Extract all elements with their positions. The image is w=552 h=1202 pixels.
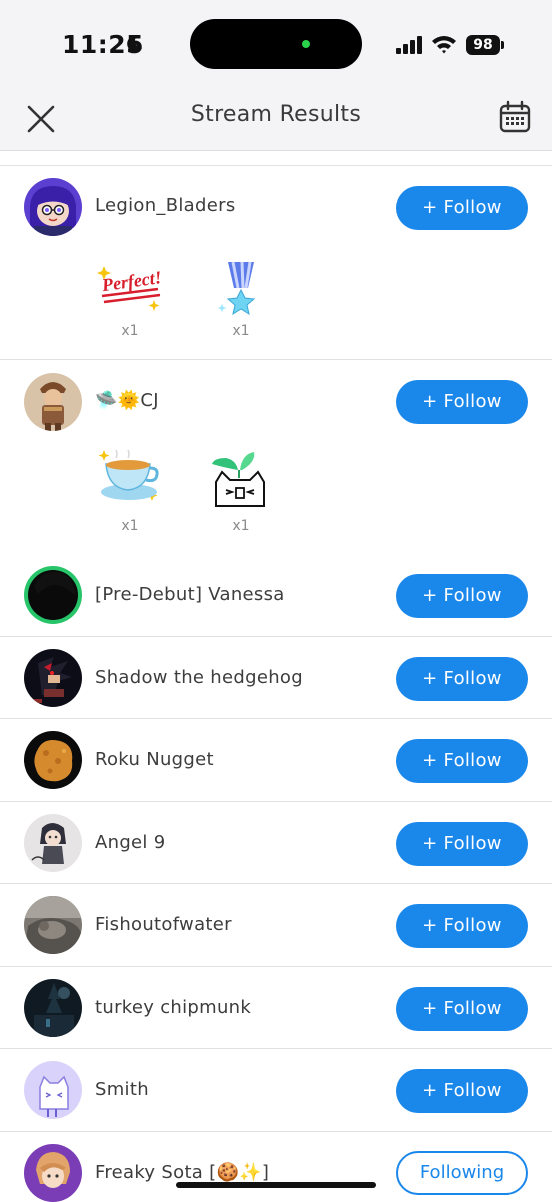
- follow-button[interactable]: + Follow: [396, 186, 528, 230]
- wifi-icon: [432, 36, 456, 54]
- avatar[interactable]: [24, 566, 82, 624]
- avatar[interactable]: [24, 979, 82, 1037]
- username: Smith: [95, 1079, 149, 1100]
- list-item[interactable]: Shadow the hedgehog + Follow: [0, 637, 552, 719]
- list-item[interactable]: [Pre-Debut] Vanessa + Follow: [0, 553, 552, 637]
- username: Fishoutofwater: [95, 914, 232, 935]
- username: Angel 9: [95, 832, 166, 853]
- list-item[interactable]: Angel 9 + Follow: [0, 802, 552, 884]
- username: 🛸🌞CJ: [95, 390, 159, 411]
- username: Shadow the hedgehog: [95, 667, 303, 688]
- gift-count: x1: [232, 323, 250, 339]
- follow-button[interactable]: + Follow: [396, 380, 528, 424]
- gift-count: x1: [121, 518, 139, 534]
- avatar[interactable]: [24, 1144, 82, 1202]
- list-item[interactable]: turkey chipmunk + Follow: [0, 967, 552, 1049]
- list-item[interactable]: Smith + Follow: [0, 1049, 552, 1132]
- username: turkey chipmunk: [95, 997, 252, 1018]
- follow-button[interactable]: + Follow: [396, 1069, 528, 1113]
- sprout-cat-icon: [212, 452, 265, 507]
- following-button[interactable]: Following: [396, 1151, 528, 1195]
- follow-button[interactable]: + Follow: [396, 987, 528, 1031]
- calendar-icon[interactable]: [498, 100, 532, 134]
- avatar[interactable]: [24, 896, 82, 954]
- list-item[interactable]: Freaky Sota [🍪✨] Following: [0, 1132, 552, 1202]
- list-item[interactable]: Fishoutofwater + Follow: [0, 884, 552, 967]
- battery-level: 98: [466, 35, 500, 55]
- avatar[interactable]: [24, 649, 82, 707]
- teacup-icon: [98, 449, 159, 501]
- gift-count: x1: [232, 518, 250, 534]
- follow-button[interactable]: + Follow: [396, 739, 528, 783]
- page-title: Stream Results: [190, 102, 362, 127]
- username: Roku Nugget: [95, 749, 214, 770]
- moon-icon: [127, 35, 142, 52]
- perfect-sticker-icon: Perfect!: [97, 266, 163, 311]
- gift-count: x1: [121, 323, 139, 339]
- username: Freaky Sota [🍪✨]: [95, 1162, 270, 1183]
- avatar[interactable]: [24, 1061, 82, 1119]
- list-item[interactable]: Legion_Bladers + Follow Perfect! x1 x1: [0, 166, 552, 360]
- camera-indicator-icon: [302, 40, 310, 48]
- username: Legion_Bladers: [95, 195, 236, 216]
- follow-button[interactable]: + Follow: [396, 657, 528, 701]
- follow-button[interactable]: + Follow: [396, 574, 528, 618]
- follow-button[interactable]: + Follow: [396, 904, 528, 948]
- star-medal-icon: [217, 261, 256, 316]
- home-indicator[interactable]: [176, 1182, 376, 1188]
- dynamic-island: [190, 19, 362, 69]
- list-item[interactable]: 🛸🌞CJ + Follow x1 x1: [0, 360, 552, 552]
- battery-tip: [501, 41, 504, 49]
- follow-button[interactable]: + Follow: [396, 822, 528, 866]
- avatar[interactable]: [24, 178, 82, 236]
- avatar[interactable]: [24, 731, 82, 789]
- username: [Pre-Debut] Vanessa: [95, 584, 285, 605]
- avatar[interactable]: [24, 373, 82, 431]
- avatar[interactable]: [24, 814, 82, 872]
- list-item[interactable]: Roku Nugget + Follow: [0, 719, 552, 802]
- cellular-signal-icon: [396, 36, 422, 54]
